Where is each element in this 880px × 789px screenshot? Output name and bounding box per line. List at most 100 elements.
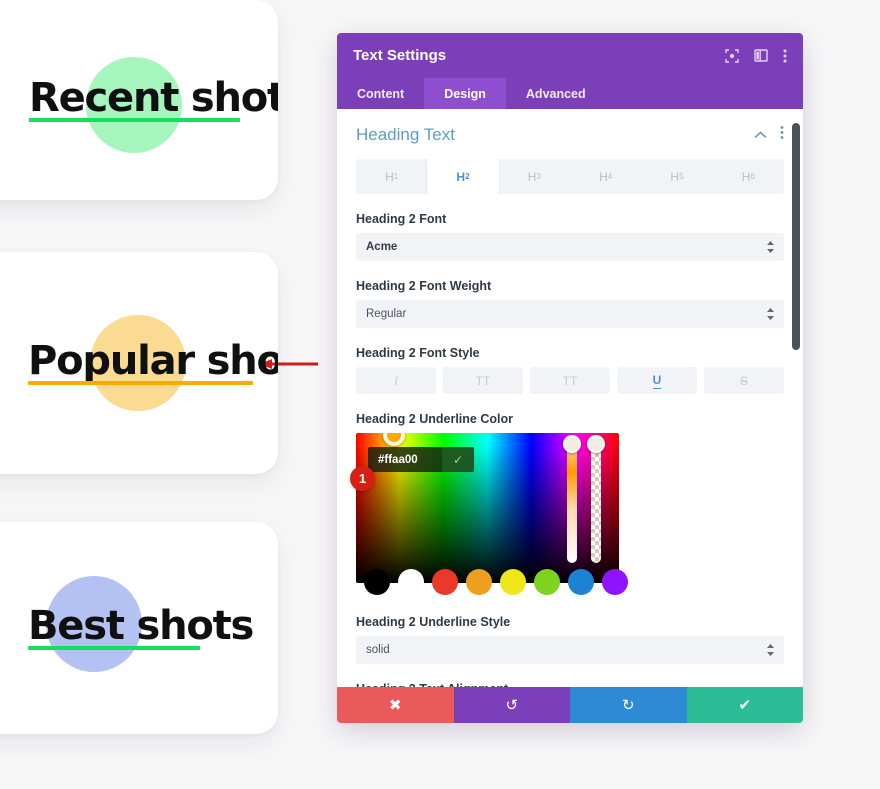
h1-label: H: [385, 169, 394, 184]
close-icon: ✖: [388, 697, 402, 714]
color-swatches: [364, 569, 628, 595]
chevron-updown-icon: [767, 241, 774, 253]
heading-font-select[interactable]: Acme: [356, 233, 784, 261]
label-heading-font-style: Heading 2 Font Style: [356, 346, 480, 360]
panel-action-bar: ✖ ↺ ↻ ✔: [337, 687, 803, 723]
heading-underline-style-select[interactable]: solid: [356, 636, 784, 664]
color-picker-cursor[interactable]: [383, 433, 405, 446]
more-options-icon[interactable]: [783, 48, 787, 64]
undo-icon: ↺: [505, 697, 519, 714]
label-heading-underline-style: Heading 2 Underline Style: [356, 615, 511, 629]
tab-design[interactable]: Design: [424, 78, 506, 109]
save-button[interactable]: ✔: [686, 687, 803, 723]
tab-advanced[interactable]: Advanced: [506, 78, 606, 109]
card-underline-recent: [29, 118, 240, 122]
h1-sub: 1: [393, 172, 399, 181]
card-underline-best: [28, 646, 200, 650]
heading-level-h5[interactable]: H5: [641, 159, 712, 194]
font-style-uppercase-button[interactable]: TT: [443, 367, 523, 394]
text-settings-panel: Text Settings Content Design Advanced He…: [337, 33, 803, 723]
h3-sub: 3: [536, 172, 541, 181]
font-style-strikethrough-button[interactable]: S: [704, 367, 784, 394]
undo-button[interactable]: ↺: [453, 687, 570, 723]
h5-sub: 5: [679, 172, 684, 181]
italic-icon: I: [394, 373, 398, 388]
hue-slider-knob[interactable]: [563, 435, 581, 453]
section-header-heading-text: Heading Text: [356, 125, 784, 145]
hex-input-group: 1 #ffaa00 ✓: [350, 447, 474, 491]
card-underline-popular: [28, 381, 253, 385]
card-title-popular: Popular shots: [28, 338, 278, 384]
label-heading-text-alignment: Heading 2 Text Alignment: [356, 682, 784, 687]
font-style-buttons: I TT TT U S: [356, 367, 784, 394]
label-heading-underline-color: Heading 2 Underline Color: [356, 412, 513, 426]
step-badge: 1: [350, 466, 375, 491]
layout-icon[interactable]: [754, 49, 768, 62]
h2-sub: 2: [465, 172, 470, 181]
h5-label: H: [670, 169, 680, 184]
alpha-slider-knob[interactable]: [587, 435, 605, 453]
font-style-smallcaps-button[interactable]: TT: [530, 367, 610, 394]
swatch-blue[interactable]: [568, 569, 594, 595]
cancel-button[interactable]: ✖: [337, 687, 454, 723]
chevron-up-icon[interactable]: [754, 126, 767, 144]
heading-font-weight-select[interactable]: Regular: [356, 300, 784, 328]
swatch-green[interactable]: [534, 569, 560, 595]
card-title-recent: Recent shots: [29, 75, 278, 121]
h6-sub: 6: [750, 172, 755, 181]
swatch-purple[interactable]: [602, 569, 628, 595]
h4-sub: 4: [607, 172, 613, 181]
panel-body: Heading Text H 1 H 2 H 3 H 4 H 5 H 6 Hea…: [337, 109, 803, 687]
swatch-black[interactable]: [364, 569, 390, 595]
heading-level-h2[interactable]: H2: [427, 159, 499, 194]
color-picker: 1 #ffaa00 ✓: [350, 433, 784, 595]
swatch-red[interactable]: [432, 569, 458, 595]
fullscreen-icon[interactable]: [725, 48, 739, 63]
heading-level-h3[interactable]: H3: [499, 159, 570, 194]
hex-confirm-button[interactable]: ✓: [442, 447, 474, 472]
preview-card-best: Best shots: [0, 522, 278, 734]
h6-label: H: [741, 169, 751, 184]
panel-title: Text Settings: [353, 47, 447, 64]
redo-button[interactable]: ↻: [570, 687, 687, 723]
chevron-updown-icon: [767, 308, 774, 320]
strikethrough-icon: S: [739, 373, 748, 388]
redo-icon: ↻: [621, 697, 635, 714]
h2-label: H: [456, 169, 466, 184]
chevron-updown-icon: [767, 644, 774, 656]
check-icon: ✓: [452, 452, 464, 467]
font-style-underline-button[interactable]: U: [617, 367, 697, 394]
font-style-italic-button[interactable]: I: [356, 367, 436, 394]
hue-slider[interactable]: [563, 435, 581, 563]
settings-scroll-area: Heading Text H 1 H 2 H 3 H 4 H 5 H 6 Hea…: [337, 109, 803, 687]
alpha-slider[interactable]: [587, 435, 605, 563]
h3-label: H: [527, 169, 537, 184]
heading-font-value: Acme: [366, 241, 398, 253]
preview-card-popular: Popular shots: [0, 252, 278, 474]
heading-level-h6[interactable]: H6: [713, 159, 784, 194]
scrollbar-thumb[interactable]: [792, 123, 800, 350]
swatch-white[interactable]: [398, 569, 424, 595]
tab-content[interactable]: Content: [337, 78, 424, 109]
section-more-options-icon[interactable]: [780, 125, 784, 145]
swatch-yellow[interactable]: [500, 569, 526, 595]
swatch-orange[interactable]: [466, 569, 492, 595]
heading-font-weight-value: Regular: [366, 308, 407, 320]
card-title-best: Best shots: [28, 603, 254, 649]
heading-level-h4[interactable]: H4: [570, 159, 641, 194]
small-caps-icon: TT: [562, 373, 578, 388]
label-heading-font: Heading 2 Font: [356, 212, 447, 226]
hex-color-input[interactable]: #ffaa00: [368, 454, 442, 466]
underline-icon: U: [652, 372, 662, 389]
panel-tabs: Content Design Advanced: [337, 78, 803, 109]
label-heading-font-weight: Heading 2 Font Weight: [356, 279, 492, 293]
heading-underline-style-value: solid: [366, 644, 390, 656]
scrollbar-track[interactable]: [792, 109, 800, 687]
panel-header: Text Settings: [337, 33, 803, 78]
h4-label: H: [599, 169, 608, 184]
heading-level-selector: H1 H2 H3 H4 H5 H6: [356, 159, 784, 194]
heading-level-h1[interactable]: H1: [356, 159, 427, 194]
check-icon: ✔: [738, 697, 752, 714]
screen: Recent shots Popular shots Best shots: [0, 0, 880, 789]
section-title: Heading Text: [356, 125, 455, 144]
